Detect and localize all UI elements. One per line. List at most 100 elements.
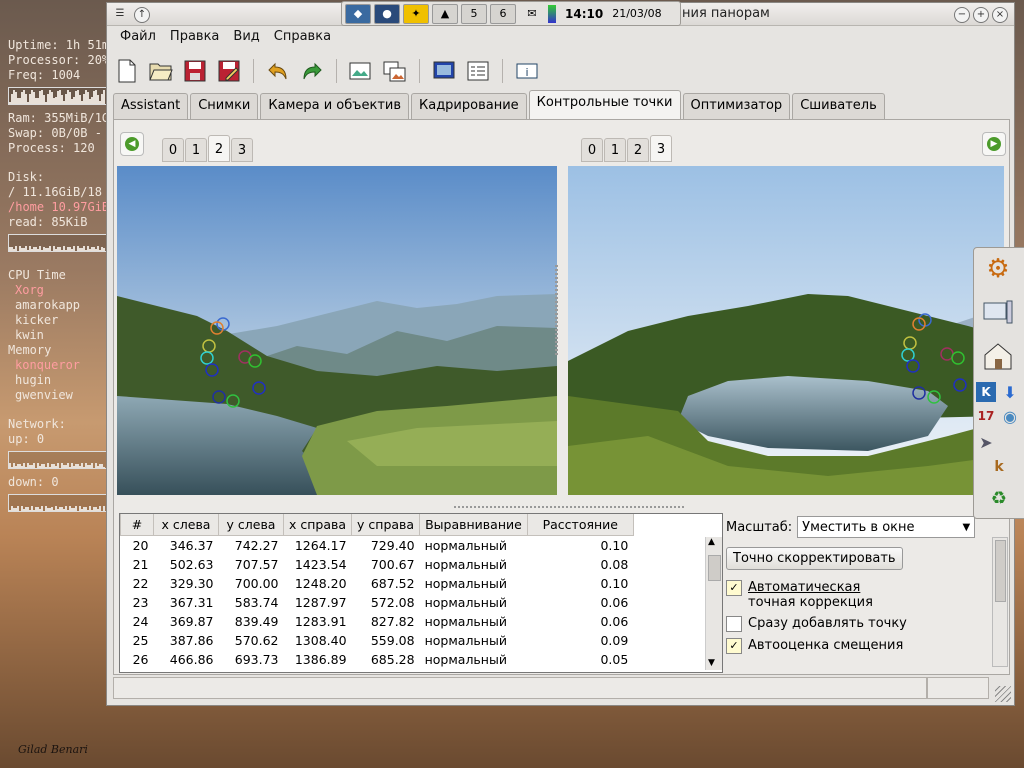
- right-image-tabs: 0 1 2 3: [581, 135, 672, 162]
- tab-camera-lens[interactable]: Камера и объектив: [260, 93, 409, 119]
- disk-label: Disk:: [8, 170, 45, 184]
- cell: 0.10: [600, 576, 629, 591]
- next-image-button[interactable]: ▶: [982, 132, 1006, 156]
- browser-icon[interactable]: ●: [374, 3, 400, 24]
- globe-icon[interactable]: ◉: [1000, 406, 1020, 426]
- add-image-icon[interactable]: [347, 57, 375, 85]
- preview-icon[interactable]: [430, 57, 458, 85]
- table-row[interactable]: 23 367.31 583.74 1287.97 572.08 нормальный 0.0…: [121, 593, 634, 612]
- table-row[interactable]: 26 466.86 693.73 1386.89 685.28 нормальный 0.0…: [121, 650, 634, 669]
- tray-icon[interactable]: ✉: [519, 4, 545, 24]
- download-icon[interactable]: ⬇: [1000, 382, 1020, 402]
- left-image-tab[interactable]: 1: [185, 138, 207, 162]
- clock[interactable]: 14:10: [565, 7, 603, 21]
- table-scrollbar[interactable]: ▲ ▼: [705, 537, 722, 670]
- auto-add-option[interactable]: Сразу добавлять точку: [726, 616, 1006, 632]
- kmenu-icon[interactable]: ◆: [345, 3, 371, 24]
- auto-fine-tune-label-1: Автоматическая: [748, 580, 861, 595]
- menu-edit[interactable]: Правка: [163, 27, 226, 49]
- table-row[interactable]: 25 387.86 570.62 1308.40 559.08 нормальный 0.0…: [121, 631, 634, 650]
- minimize-icon[interactable]: −: [954, 7, 970, 23]
- left-image-tab[interactable]: 0: [162, 138, 184, 162]
- right-panorama-image[interactable]: [568, 166, 1004, 495]
- tab-stitcher[interactable]: Сшиватель: [792, 93, 885, 119]
- home-icon[interactable]: [982, 341, 1014, 371]
- calendar-icon[interactable]: 17: [976, 406, 996, 426]
- desktop-6-button[interactable]: 6: [490, 3, 516, 24]
- scroll-up-icon[interactable]: ▲: [708, 537, 715, 547]
- prev-image-button[interactable]: ◀: [120, 132, 144, 156]
- desktop-5-button[interactable]: 5: [461, 3, 487, 24]
- redo-icon[interactable]: [298, 57, 326, 85]
- konqueror-icon[interactable]: K: [976, 382, 996, 402]
- menu-view[interactable]: Вид: [226, 27, 266, 49]
- cell: 583.74: [234, 595, 279, 610]
- paper-plane-icon[interactable]: ➤: [976, 432, 996, 452]
- column-header[interactable]: Выравнивание: [419, 514, 528, 536]
- graph-bar: [103, 247, 105, 251]
- tab-control-points[interactable]: Контрольные точки: [528, 90, 681, 119]
- list-icon[interactable]: [464, 57, 492, 85]
- auto-estimate-label: Автооценка смещения: [748, 638, 904, 653]
- right-image-tab[interactable]: 1: [604, 138, 626, 162]
- table-row[interactable]: 20 346.37 742.27 1264.17 729.40 нормальный 0.1…: [121, 536, 634, 556]
- auto-add-label: Сразу добавлять точку: [748, 616, 907, 631]
- system-icon[interactable]: [982, 298, 1014, 326]
- column-header[interactable]: y справа: [351, 514, 421, 536]
- right-image-tab[interactable]: 2: [627, 138, 649, 162]
- resize-grip[interactable]: [995, 686, 1011, 702]
- cell: 570.62: [234, 633, 279, 648]
- maximize-icon[interactable]: +: [973, 7, 989, 23]
- left-panorama-image[interactable]: [117, 166, 557, 495]
- menu-help[interactable]: Справка: [267, 27, 338, 49]
- scroll-down-icon[interactable]: ▼: [708, 658, 715, 668]
- column-header[interactable]: Расстояние: [526, 514, 634, 536]
- tab-assistant[interactable]: Assistant: [113, 93, 189, 119]
- new-document-icon[interactable]: [113, 57, 141, 85]
- trash-icon[interactable]: ♻: [988, 486, 1010, 510]
- add-series-icon[interactable]: [381, 57, 409, 85]
- kget-icon[interactable]: k: [988, 456, 1010, 478]
- close-icon[interactable]: ×: [992, 7, 1008, 23]
- auto-fine-tune-option[interactable]: ✓ Автоматическая точная коррекция: [726, 580, 1006, 610]
- horizontal-splitter[interactable]: [454, 506, 684, 508]
- table-row[interactable]: 22 329.30 700.00 1248.20 687.52 нормальный 0.1…: [121, 574, 634, 593]
- amarok-task-icon[interactable]: ▲: [432, 3, 458, 24]
- keep-above-icon[interactable]: ↑: [134, 7, 150, 23]
- settings-gear-icon[interactable]: ⚙: [982, 254, 1014, 284]
- info-icon[interactable]: i: [513, 57, 541, 85]
- options-scroll-thumb[interactable]: [995, 540, 1006, 602]
- table-row[interactable]: 24 369.87 839.49 1283.91 827.82 нормальный 0.0…: [121, 612, 634, 631]
- right-image-tab[interactable]: 0: [581, 138, 603, 162]
- hugin-task-icon[interactable]: ✦: [403, 3, 429, 24]
- column-header[interactable]: x справа: [282, 514, 353, 536]
- left-image-tab[interactable]: 2: [208, 135, 230, 162]
- date[interactable]: 21/03/08: [612, 7, 661, 20]
- cell: 1423.54: [294, 557, 347, 572]
- image-splitter[interactable]: [555, 265, 558, 355]
- column-header[interactable]: y слева: [218, 514, 284, 536]
- save-as-icon[interactable]: [215, 57, 243, 85]
- left-image-tab[interactable]: 3: [231, 138, 253, 162]
- options-scrollbar[interactable]: [992, 537, 1008, 667]
- cpu-graph: [8, 87, 108, 105]
- table-row[interactable]: 21 502.63 707.57 1423.54 700.67 нормальный 0.0…: [121, 555, 634, 574]
- scroll-thumb[interactable]: [708, 555, 721, 581]
- save-icon[interactable]: [181, 57, 209, 85]
- right-image-tab[interactable]: 3: [650, 135, 672, 162]
- auto-fine-tune-checkbox[interactable]: ✓: [726, 580, 742, 596]
- column-header[interactable]: #: [120, 514, 154, 536]
- fine-tune-button[interactable]: Точно скорректировать: [726, 547, 903, 570]
- menu-file[interactable]: Файл: [113, 27, 163, 49]
- column-header[interactable]: x слева: [153, 514, 219, 536]
- tab-crop[interactable]: Кадрирование: [411, 93, 527, 119]
- tab-optimizer[interactable]: Оптимизатор: [682, 93, 791, 119]
- auto-add-checkbox[interactable]: [726, 616, 742, 632]
- open-folder-icon[interactable]: [147, 57, 175, 85]
- auto-estimate-checkbox[interactable]: ✓: [726, 638, 742, 654]
- window-menu-icon[interactable]: ☰: [113, 7, 127, 21]
- tab-images[interactable]: Снимки: [190, 93, 259, 119]
- zoom-select[interactable]: Уместить в окне ▼: [797, 516, 976, 538]
- auto-estimate-option[interactable]: ✓ Автооценка смещения: [726, 638, 1006, 654]
- undo-icon[interactable]: [264, 57, 292, 85]
